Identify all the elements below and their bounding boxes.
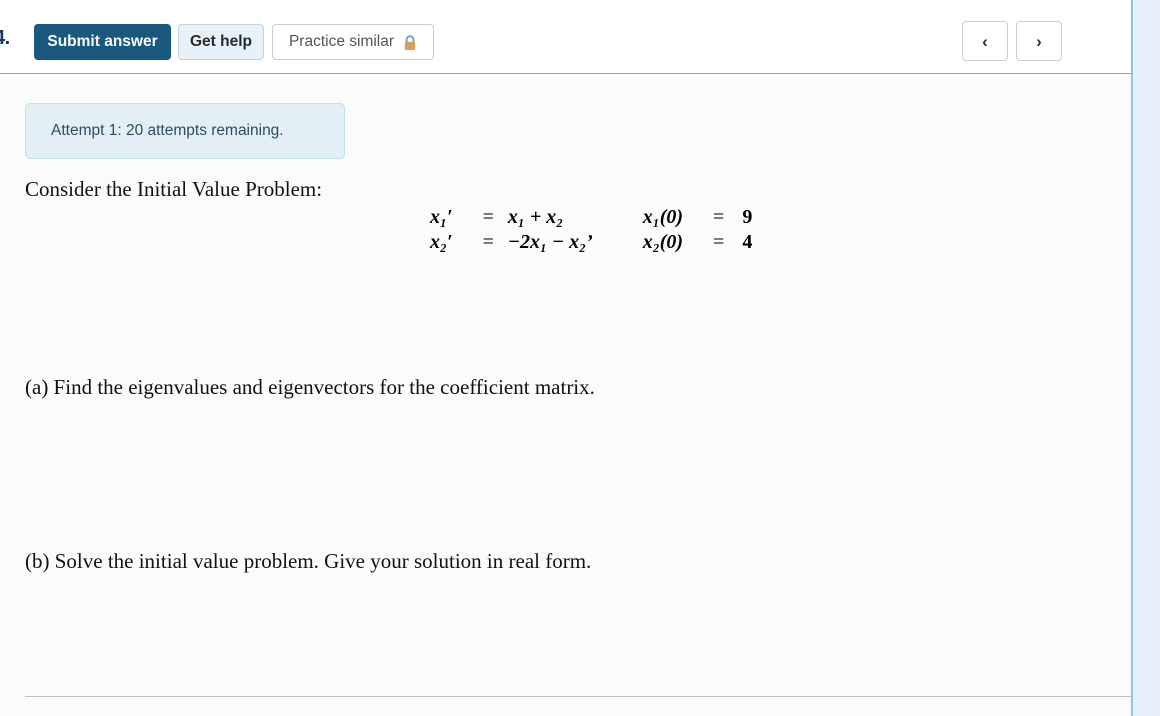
problem-toolbar: 4. Submit answer Get help Practice simil… — [0, 0, 1131, 74]
attempt-status-text: Attempt 1: 20 attempts remaining. — [51, 122, 284, 139]
get-help-button[interactable]: Get help — [178, 24, 264, 60]
problem-intro-text: Consider the Initial Value Problem: — [25, 177, 323, 201]
eq1-rhs: x₁ + x₂ — [507, 206, 564, 228]
practice-similar-label: Practice similar — [288, 33, 395, 50]
problem-content: Attempt 1: 20 attempts remaining. Consid… — [0, 74, 1131, 716]
part-a-answer-row: λ₁ = , v⃗₁ = — [0, 404, 1131, 520]
practice-similar-button[interactable]: Practice similar — [272, 24, 434, 60]
submit-answer-label: Submit answer — [47, 33, 158, 50]
ivp-system: x₁′ = x₁ + x₂ x₁(0) = 9 x₂′ = −2x₁ − x₂’… — [430, 205, 752, 255]
eq1-relation: = — [482, 206, 494, 228]
eq2-rhs: −2x₁ − x₂’ — [507, 231, 593, 253]
submit-answer-button[interactable]: Submit answer — [34, 24, 171, 60]
attempt-status-banner: Attempt 1: 20 attempts remaining. — [25, 103, 345, 159]
get-help-label: Get help — [189, 33, 252, 50]
lock-icon — [403, 35, 417, 51]
ivp-row: x₂′ = −2x₁ − x₂’ x₂(0) = 4 — [430, 230, 752, 255]
part-a-prompt: (a) Find the eigenvalues and eigenvector… — [25, 375, 595, 399]
eq2-lhs: x₂′ — [430, 231, 453, 253]
part-b-prompt: (b) Solve the initial value problem. Giv… — [25, 549, 592, 573]
ivp-row: x₁′ = x₁ + x₂ x₁(0) = 9 — [430, 205, 752, 230]
ic2-value: 4 — [742, 231, 753, 253]
ic1-value: 9 — [742, 206, 753, 228]
part-b-answer-row: x₁ = , x₂ = — [0, 574, 1131, 684]
next-problem-button[interactable]: › — [1016, 21, 1062, 61]
previous-problem-button[interactable]: ‹ — [962, 21, 1008, 61]
section-divider — [25, 696, 1131, 697]
page-side-gutter — [1131, 0, 1160, 716]
chevron-right-icon: › — [1036, 31, 1042, 51]
ivp-system-table: x₁′ = x₁ + x₂ x₁(0) = 9 x₂′ = −2x₁ − x₂’… — [430, 205, 752, 255]
problem-number: 4. — [0, 27, 10, 49]
ic2-relation: = — [713, 231, 725, 253]
ic1-relation: = — [713, 206, 725, 228]
chevron-left-icon: ‹ — [982, 31, 988, 51]
eq2-relation: = — [482, 231, 494, 253]
ic2-lhs: x₂(0) — [642, 231, 684, 253]
problem-panel: 4. Submit answer Get help Practice simil… — [0, 0, 1131, 716]
ic1-lhs: x₁(0) — [642, 206, 684, 228]
eq1-lhs: x₁′ — [430, 206, 453, 228]
